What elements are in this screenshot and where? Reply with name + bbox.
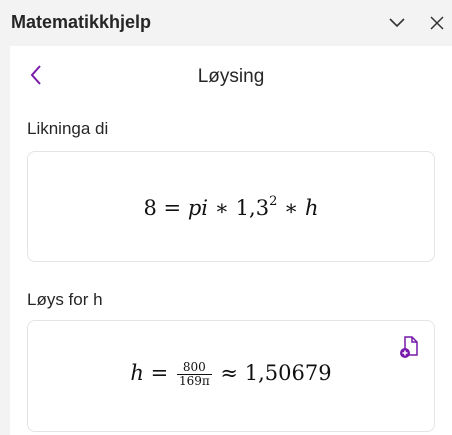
solution-label: Løys for h (27, 290, 103, 309)
solution-fraction: 800 169π (176, 361, 212, 388)
close-icon[interactable] (426, 12, 448, 34)
equation-pi: pi (187, 196, 208, 220)
equation-card: 8 = pi ∗ 1,32 ∗ h (27, 151, 435, 262)
panel-heading: Løysing (197, 66, 265, 87)
fraction-numerator: 800 (176, 361, 212, 375)
solution-approx: ≈ (220, 361, 239, 385)
copy-to-page-icon (400, 336, 418, 358)
equation-base: 1,3 (235, 196, 270, 220)
solution-variable: h (130, 361, 144, 385)
copy-to-page-button[interactable] (398, 335, 420, 359)
fraction-denominator: 169π (178, 374, 210, 388)
chevron-down-icon[interactable] (386, 12, 408, 34)
equation-label: Likninga di (27, 119, 109, 138)
equation-multiply-2: ∗ (284, 196, 299, 220)
solution-panel: Løysing Likninga di 8 = pi ∗ 1,32 ∗ h Lø… (10, 46, 452, 435)
equation-expression: 8 = pi ∗ 1,32 ∗ h (28, 194, 434, 220)
equation-equals: = (163, 196, 182, 220)
solution-card: h = 800 169π ≈ 1,50679 (27, 320, 435, 432)
equation-variable: h (305, 196, 319, 220)
equation-lhs: 8 (143, 196, 157, 220)
solution-equals: = (150, 361, 169, 385)
solution-value: 1,50679 (244, 361, 332, 385)
equation-multiply-1: ∗ (214, 196, 229, 220)
solution-expression: h = 800 169π ≈ 1,50679 (28, 361, 434, 388)
equation-exponent: 2 (269, 194, 278, 209)
window-title: Matematikkhjelp (11, 12, 152, 32)
title-bar: Matematikkhjelp (0, 0, 452, 46)
